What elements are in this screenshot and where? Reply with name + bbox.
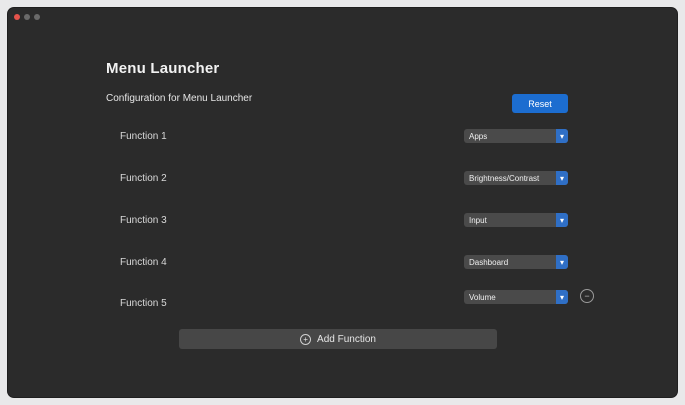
function-label-3: Function 3	[120, 215, 167, 226]
plus-circle-icon: +	[300, 333, 312, 345]
close-window-button[interactable]	[14, 14, 20, 20]
function-select-2[interactable]: Brightness/Contrast ▾	[464, 171, 568, 185]
function-label-2: Function 2	[120, 173, 167, 184]
function-select-5[interactable]: Volume ▾	[464, 290, 568, 304]
app-window: Menu Launcher Configuration for Menu Lau…	[8, 8, 677, 397]
page-subtitle: Configuration for Menu Launcher	[106, 93, 253, 104]
function-select-1[interactable]: Apps ▾	[464, 129, 568, 143]
add-function-button[interactable]: + Add Function	[179, 329, 497, 349]
function-select-4[interactable]: Dashboard ▾	[464, 255, 568, 269]
function-label-4: Function 4	[120, 257, 167, 268]
function-select-2-value: Brightness/Contrast	[469, 173, 540, 183]
minimize-window-button[interactable]	[24, 14, 30, 20]
function-select-1-value: Apps	[469, 131, 488, 141]
reset-button[interactable]: Reset	[512, 94, 568, 113]
function-select-3-value: Input	[469, 215, 487, 225]
page-title: Menu Launcher	[106, 60, 220, 77]
function-label-1: Function 1	[120, 131, 167, 142]
function-select-3[interactable]: Input ▾	[464, 213, 568, 227]
maximize-window-button[interactable]	[34, 14, 40, 20]
remove-function-button[interactable]: −	[580, 289, 594, 303]
window-controls	[14, 14, 40, 20]
chevron-down-icon: ▾	[556, 213, 568, 227]
function-label-5: Function 5	[120, 298, 167, 309]
chevron-down-icon: ▾	[556, 255, 568, 269]
add-function-label: Add Function	[317, 333, 376, 345]
function-select-5-value: Volume	[469, 292, 496, 302]
chevron-down-icon: ▾	[556, 290, 568, 304]
chevron-down-icon: ▾	[556, 171, 568, 185]
function-select-4-value: Dashboard	[469, 257, 509, 267]
chevron-down-icon: ▾	[556, 129, 568, 143]
